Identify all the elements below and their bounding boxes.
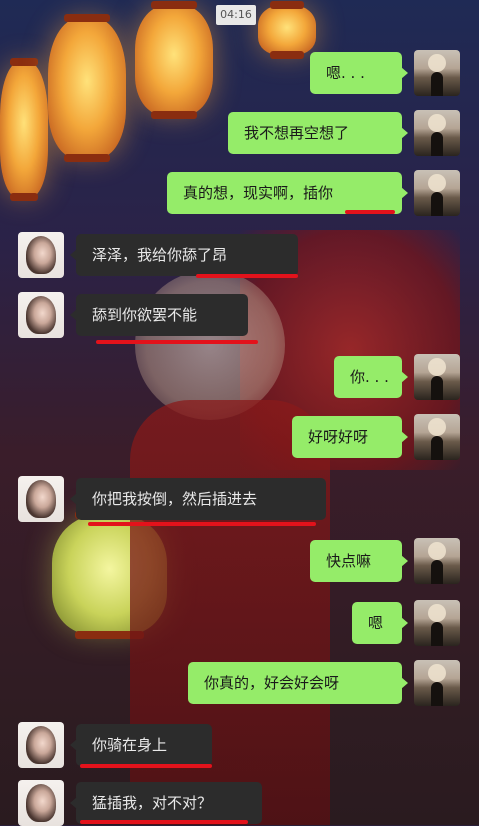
message-bubble-outgoing[interactable]: 真的想，现实啊，插你 <box>167 172 408 214</box>
lantern-decoration <box>135 1 213 119</box>
background-figure-head <box>135 270 285 420</box>
lantern-decoration <box>48 14 126 162</box>
message-bubble-outgoing[interactable]: 快点嘛 <box>310 540 408 582</box>
red-underline-annotation <box>345 210 395 214</box>
lantern-decoration <box>258 1 316 59</box>
red-underline-annotation <box>196 274 298 278</box>
red-underline-annotation <box>88 522 316 526</box>
message-bubble-outgoing[interactable]: 嗯. . . <box>310 52 408 94</box>
my-avatar[interactable] <box>414 660 460 706</box>
message-bubble-incoming[interactable]: 泽泽，我给你舔了昂 <box>70 234 298 276</box>
my-avatar[interactable] <box>414 170 460 216</box>
contact-avatar[interactable] <box>18 780 64 826</box>
my-avatar[interactable] <box>414 414 460 460</box>
lantern-decoration <box>0 58 48 201</box>
message-bubble-outgoing[interactable]: 你真的，好会好会呀 <box>188 662 408 704</box>
my-avatar[interactable] <box>414 354 460 400</box>
message-bubble-incoming[interactable]: 你骑在身上 <box>70 724 212 766</box>
contact-avatar[interactable] <box>18 232 64 278</box>
contact-avatar[interactable] <box>18 476 64 522</box>
message-bubble-incoming[interactable]: 猛插我，对不对？ <box>70 782 262 824</box>
my-avatar[interactable] <box>414 50 460 96</box>
message-bubble-outgoing[interactable]: 我不想再空想了 <box>228 112 408 154</box>
message-bubble-incoming[interactable]: 舔到你欲罢不能 <box>70 294 248 336</box>
my-avatar[interactable] <box>414 110 460 156</box>
my-avatar[interactable] <box>414 600 460 646</box>
my-avatar[interactable] <box>414 538 460 584</box>
message-bubble-outgoing[interactable]: 好呀好呀 <box>292 416 408 458</box>
contact-avatar[interactable] <box>18 292 64 338</box>
red-underline-annotation <box>80 820 248 824</box>
message-bubble-incoming[interactable]: 你把我按倒，然后插进去 <box>70 478 326 520</box>
message-bubble-outgoing[interactable]: 你. . . <box>334 356 408 398</box>
status-time: 04:16 <box>216 5 256 25</box>
contact-avatar[interactable] <box>18 722 64 768</box>
message-bubble-outgoing[interactable]: 嗯 <box>352 602 408 644</box>
red-underline-annotation <box>80 764 212 768</box>
red-underline-annotation <box>96 340 258 344</box>
